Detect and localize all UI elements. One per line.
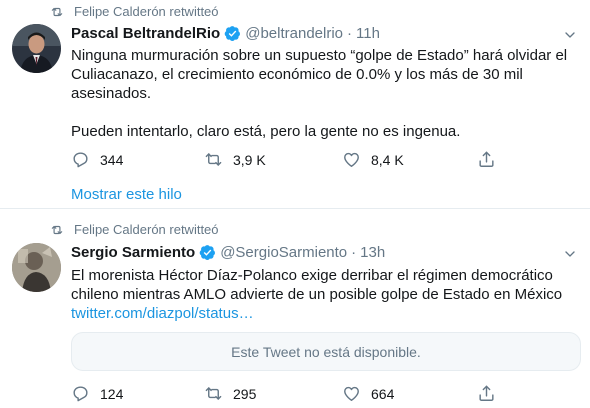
retweet-icon (51, 7, 63, 16)
retweet-context: Felipe Calderón retwitteó (50, 4, 219, 19)
share-button[interactable] (477, 384, 496, 403)
tweet-1[interactable]: Felipe Calderón retwitteó Pascal Beltran… (0, 0, 590, 209)
display-name[interactable]: Sergio Sarmiento (71, 244, 195, 261)
like-button[interactable]: 8,4 K (342, 150, 404, 169)
chevron-down-icon[interactable] (562, 27, 578, 43)
handle[interactable]: @SergioSarmiento (220, 244, 347, 261)
retweeted-by-label[interactable]: Felipe Calderón retwitteó (74, 222, 219, 237)
share-icon (479, 151, 494, 167)
reply-icon (73, 386, 88, 402)
display-name[interactable]: Pascal BeltrandelRio (71, 25, 220, 42)
chevron-down-icon[interactable] (562, 246, 578, 262)
verified-badge-icon (199, 245, 216, 260)
reply-count: 344 (100, 151, 124, 168)
reply-button[interactable]: 344 (71, 150, 123, 169)
retweet-count: 3,9 K (233, 151, 266, 168)
avatar[interactable] (12, 24, 61, 73)
retweet-button[interactable]: 3,9 K (204, 150, 266, 169)
retweet-button[interactable]: 295 (204, 384, 256, 403)
timestamp[interactable]: 13h (360, 244, 385, 261)
avatar[interactable] (12, 243, 61, 292)
tweet-text: Ninguna murmuración sobre un supuesto “g… (71, 47, 568, 140)
tweet-header: Sergio Sarmiento @SergioSarmiento · 13h (71, 244, 385, 261)
tweet-text: El morenista Héctor Díaz-Polanco exige d… (71, 267, 563, 303)
retweet-icon (205, 387, 222, 400)
tweet-header: Pascal BeltrandelRio @beltrandelrio · 11… (71, 25, 380, 42)
reply-button[interactable]: 124 (71, 384, 123, 403)
separator-dot: · (351, 244, 357, 261)
like-icon (344, 386, 359, 401)
like-count: 664 (371, 385, 395, 402)
share-button[interactable] (477, 150, 496, 169)
verified-badge-icon (224, 26, 241, 41)
share-icon (479, 385, 494, 401)
reply-count: 124 (100, 385, 124, 402)
timestamp[interactable]: 11h (356, 25, 380, 42)
like-icon (344, 152, 359, 167)
unavailable-quote-card: Este Tweet no está disponible. (71, 332, 581, 371)
retweet-count: 295 (233, 385, 257, 402)
tweet-link[interactable]: twitter.com/diazpol/status… (71, 304, 581, 323)
retweeted-by-label[interactable]: Felipe Calderón retwitteó (74, 4, 219, 19)
like-button[interactable]: 664 (342, 384, 394, 403)
like-count: 8,4 K (371, 151, 404, 168)
show-thread-link[interactable]: Mostrar este hilo (71, 186, 182, 203)
retweet-context: Felipe Calderón retwitteó (50, 222, 219, 237)
retweet-icon (51, 225, 63, 234)
retweet-icon (205, 153, 222, 166)
reply-icon (73, 152, 88, 168)
tweet-2[interactable]: Felipe Calderón retwitteó Sergio Sarmien… (0, 210, 590, 408)
handle[interactable]: @beltrandelrio (245, 25, 343, 42)
separator-dot: · (347, 25, 353, 42)
